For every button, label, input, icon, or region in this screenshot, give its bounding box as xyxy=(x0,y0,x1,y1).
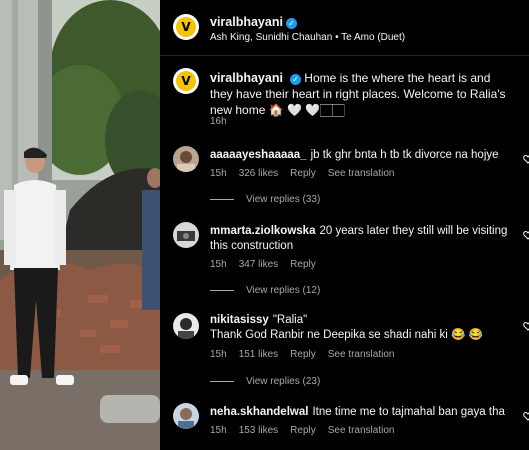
comment-text: aaaaayeshaaaaa_ jb tk ghr bnta h tb tk di… xyxy=(210,148,515,163)
see-translation-link[interactable]: See translation xyxy=(328,168,395,179)
like-heart-icon[interactable] xyxy=(523,230,529,240)
post-header: V viralbhayani ✓ Ash King, Sunidhi Chauha… xyxy=(160,0,529,56)
comment-time: 15h xyxy=(210,349,227,360)
comment-time: 15h xyxy=(210,425,227,436)
view-replies-button[interactable]: View replies (33) xyxy=(210,194,320,205)
comment-time: 15h xyxy=(210,168,227,179)
commenter-avatar[interactable] xyxy=(173,313,199,339)
reply-button[interactable]: Reply xyxy=(290,425,316,436)
post-timestamp: 16h xyxy=(210,116,227,127)
reply-button[interactable]: Reply xyxy=(290,259,316,270)
comment-meta: 15h 151 likes Reply See translation xyxy=(210,349,394,360)
author-username[interactable]: viralbhayani xyxy=(210,15,283,29)
post-caption: viralbhayani ✓ Home is the where the hear… xyxy=(210,70,515,118)
like-heart-icon[interactable] xyxy=(523,154,529,164)
audio-track[interactable]: Ash King, Sunidhi Chauhan • Te Amo (Duet… xyxy=(210,32,405,43)
comment-meta: 15h 347 likes Reply xyxy=(210,259,316,270)
verified-badge-icon: ✓ xyxy=(289,74,301,85)
comment-likes[interactable]: 151 likes xyxy=(239,349,278,360)
author-name-row: viralbhayani ✓ xyxy=(210,13,297,31)
view-replies-label: View replies (12) xyxy=(246,285,321,296)
replies-divider xyxy=(210,290,234,291)
comment-text: nikitasissy "Ralia" xyxy=(210,313,515,328)
commenter-avatar[interactable] xyxy=(173,146,199,172)
brand-logo-icon: V xyxy=(176,71,196,91)
replies-divider xyxy=(210,381,234,382)
brand-logo-icon: V xyxy=(176,17,196,37)
like-heart-icon[interactable] xyxy=(523,321,529,331)
caption-username[interactable]: viralbhayani xyxy=(210,71,283,85)
comments-panel: V viralbhayani ✓ Ash King, Sunidhi Chauha… xyxy=(160,0,529,450)
view-replies-button[interactable]: View replies (23) xyxy=(210,376,320,387)
reply-button[interactable]: Reply xyxy=(290,349,316,360)
commenter-avatar[interactable] xyxy=(173,222,199,248)
comment-text: mmarta.ziolkowska 20 years later they sti… xyxy=(210,224,515,254)
comment-likes[interactable]: 326 likes xyxy=(239,168,278,179)
verified-badge-icon: ✓ xyxy=(285,18,297,29)
comment-time: 15h xyxy=(210,259,227,270)
comment-body: jb tk ghr bnta h tb tk divorce na hojye xyxy=(310,149,499,161)
comment-likes[interactable]: 347 likes xyxy=(239,259,278,270)
view-replies-button[interactable]: View replies (12) xyxy=(210,285,320,296)
comment-text: neha.skhandelwal Itne time me to tajmahal… xyxy=(210,405,515,420)
commenter-username[interactable]: nikitasissy xyxy=(210,314,269,326)
view-replies-label: View replies (23) xyxy=(246,376,321,387)
like-heart-icon[interactable] xyxy=(523,411,529,421)
comment-body: Itne time me to tajmahal ban gaya tha xyxy=(312,406,505,418)
commenter-username[interactable]: neha.skhandelwal xyxy=(210,406,308,418)
commenter-username[interactable]: aaaaayeshaaaaa_ xyxy=(210,149,307,161)
see-translation-link[interactable]: See translation xyxy=(328,349,395,360)
comment-likes[interactable]: 153 likes xyxy=(239,425,278,436)
caption-avatar[interactable]: V xyxy=(173,68,199,94)
see-translation-link[interactable]: See translation xyxy=(328,425,395,436)
construction-scene-image xyxy=(0,0,160,450)
post-photo xyxy=(0,0,160,450)
view-replies-label: View replies (33) xyxy=(246,194,321,205)
comment-meta: 15h 153 likes Reply See translation xyxy=(210,425,394,436)
comment-meta: 15h 326 likes Reply See translation xyxy=(210,168,394,179)
author-avatar[interactable]: V xyxy=(173,14,199,40)
commenter-username[interactable]: mmarta.ziolkowska xyxy=(210,225,315,237)
comment-body: "Ralia" xyxy=(272,314,308,326)
reply-button[interactable]: Reply xyxy=(290,168,316,179)
commenter-avatar[interactable] xyxy=(173,403,199,429)
comment-text-line-2: Thank God Ranbir ne Deepika se shadi nah… xyxy=(210,329,483,341)
replies-divider xyxy=(210,199,234,200)
